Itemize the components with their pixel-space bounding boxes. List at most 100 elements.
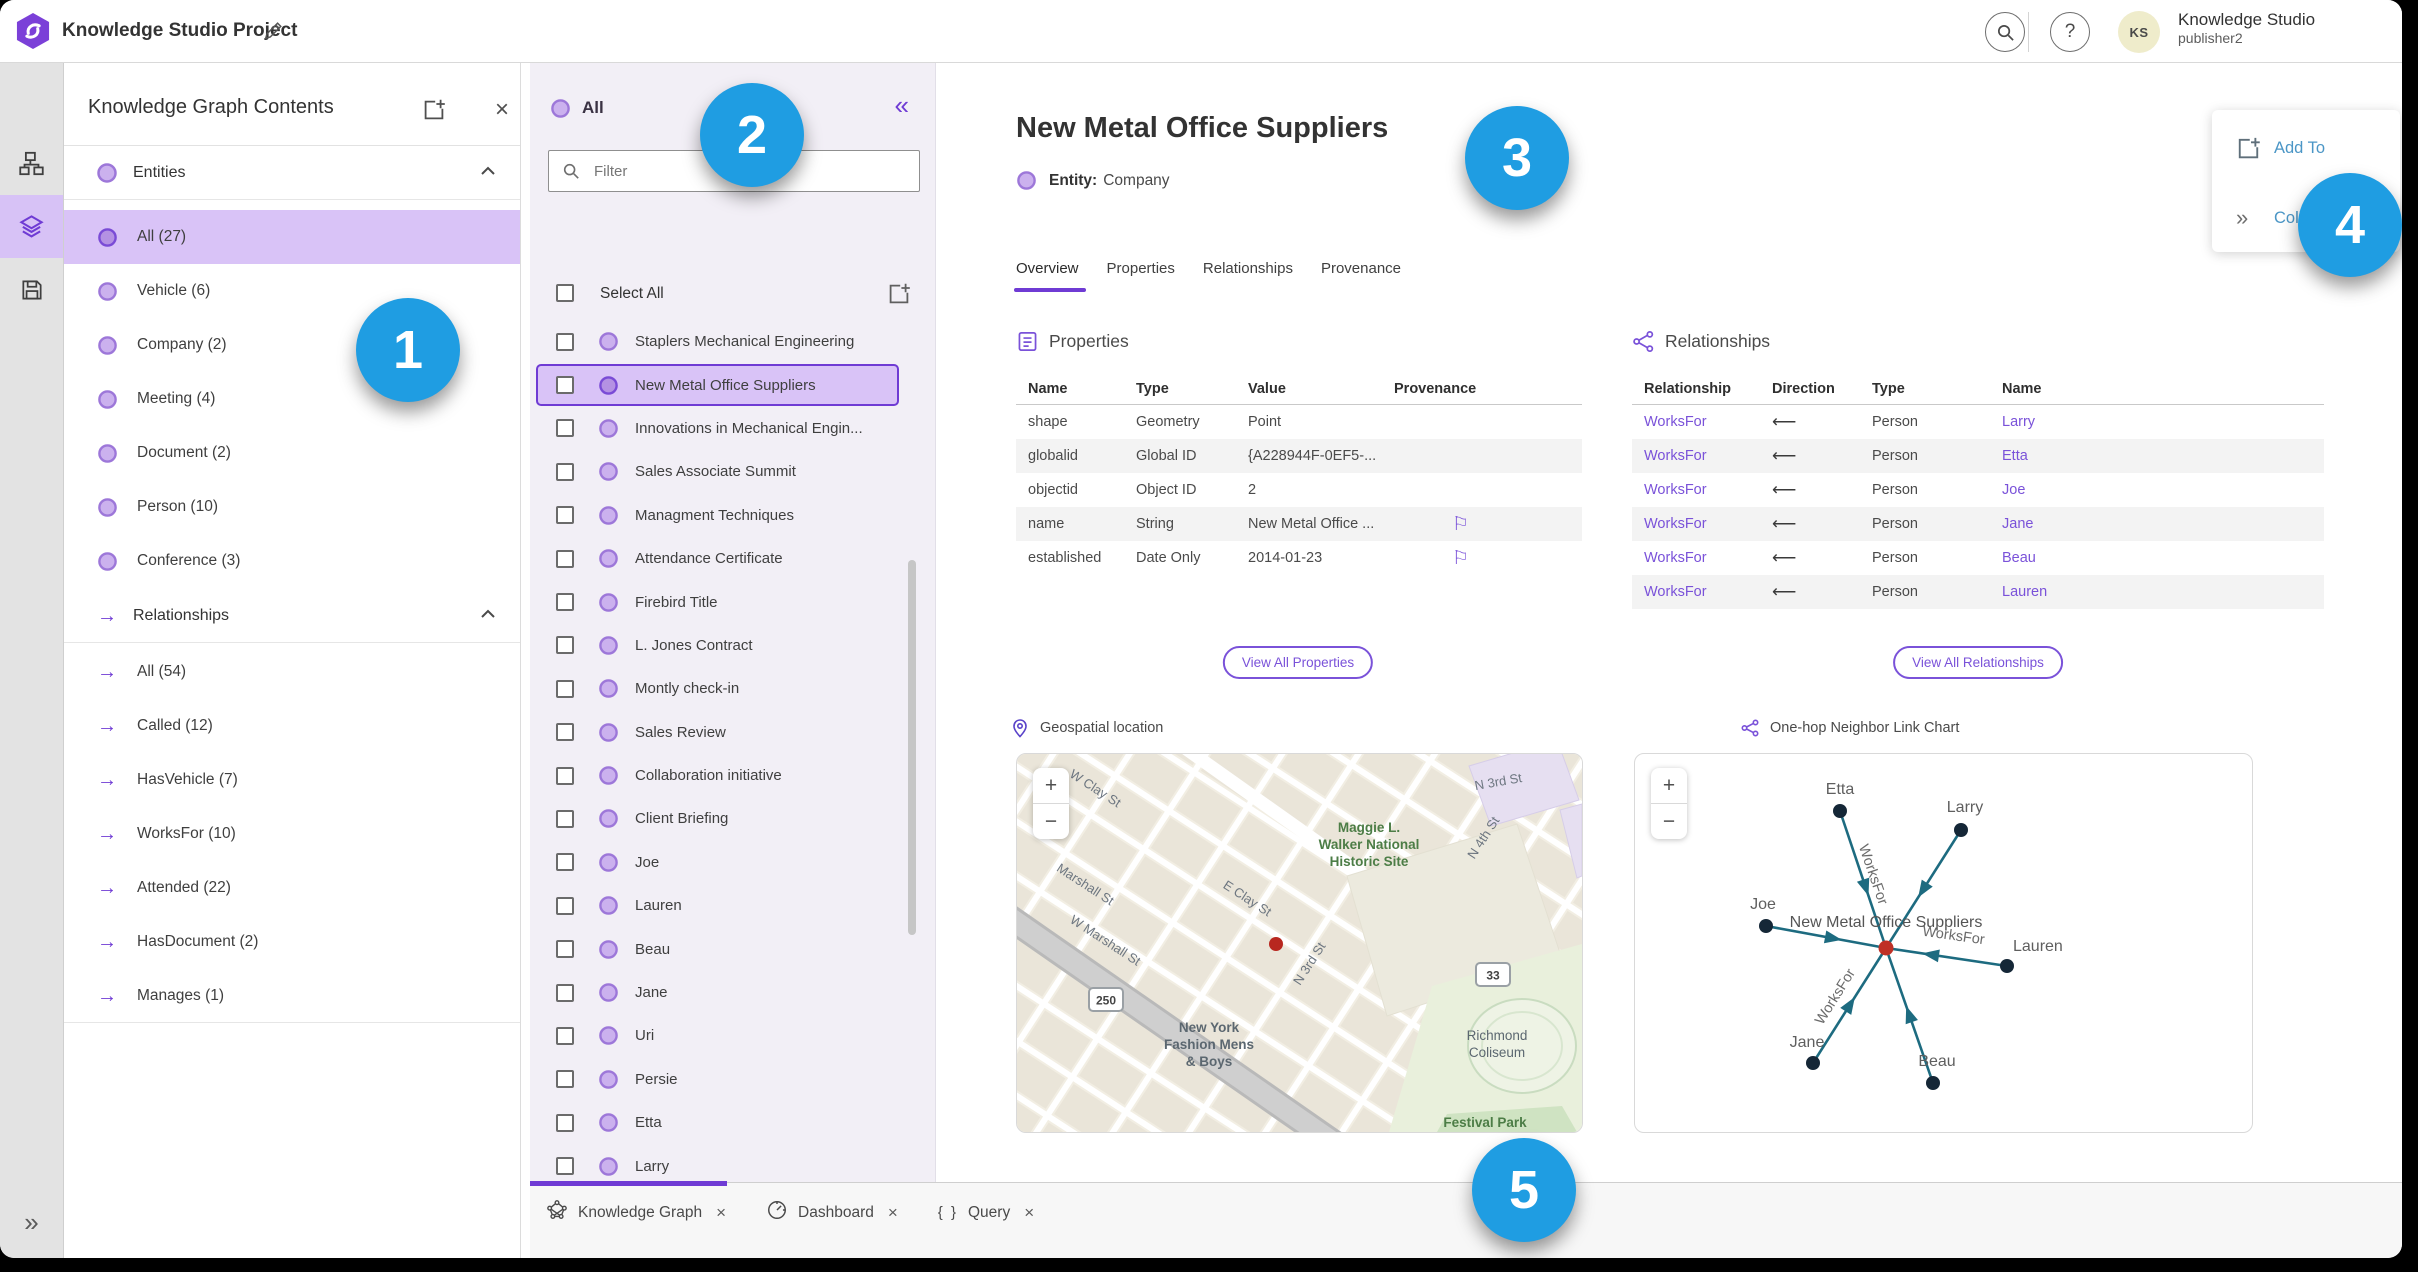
instance-checkbox[interactable] — [556, 809, 574, 828]
person-node[interactable] — [1954, 823, 1968, 837]
view-all-relationships-button[interactable]: View All Relationships — [1893, 646, 2063, 679]
entity-instance-row[interactable]: Sales Review — [530, 711, 935, 754]
close-tab-icon[interactable]: × — [716, 1203, 726, 1223]
rail-item-hierarchy[interactable] — [0, 132, 63, 195]
table-row[interactable]: name String New Metal Office ... ⚐ — [1016, 507, 1582, 541]
instance-checkbox[interactable] — [556, 462, 574, 481]
table-row[interactable]: established Date Only 2014-01-23 ⚐ — [1016, 541, 1582, 575]
view-tab-knowledge-graph[interactable]: Knowledge Graph × — [546, 1199, 726, 1226]
relationship-link[interactable]: WorksFor — [1632, 584, 1760, 600]
table-row[interactable]: shape Geometry Point — [1016, 405, 1582, 439]
person-node[interactable] — [1926, 1076, 1940, 1090]
instance-checkbox[interactable] — [556, 332, 574, 351]
table-row[interactable]: WorksFor ⟵ Person Etta — [1632, 439, 2324, 473]
entity-instance-row[interactable]: Client Briefing — [530, 797, 935, 840]
person-node[interactable] — [1759, 919, 1773, 933]
provenance-flag-icon[interactable]: ⚐ — [1382, 513, 1582, 536]
tab-properties[interactable]: Properties — [1107, 260, 1175, 291]
entity-type-row[interactable]: Meeting (4) — [64, 372, 520, 426]
entity-instance-row[interactable]: Beau — [530, 927, 935, 970]
entity-instance-row[interactable]: L. Jones Contract — [530, 624, 935, 667]
relationship-link[interactable]: WorksFor — [1632, 448, 1760, 464]
instance-checkbox[interactable] — [556, 1070, 574, 1089]
help-button[interactable]: ? — [2050, 12, 2090, 52]
instance-checkbox[interactable] — [556, 766, 574, 785]
link-chart-card[interactable]: WorksFor WorksFor WorksFor Etta Larry Joe Laur… — [1634, 753, 2253, 1133]
relationship-type-row[interactable]: → Attended (22) — [64, 861, 520, 915]
table-row[interactable]: WorksFor ⟵ Person Joe — [1632, 473, 2324, 507]
relationship-type-row[interactable]: → HasVehicle (7) — [64, 753, 520, 807]
entities-section-header[interactable]: Entities — [64, 147, 520, 200]
instance-checkbox[interactable] — [556, 636, 574, 655]
link-chart-canvas[interactable]: WorksForWorksForWorksForEttaLarryJoeLaur… — [1635, 754, 2252, 1132]
instance-checkbox[interactable] — [556, 896, 574, 915]
provenance-flag-icon[interactable]: ⚐ — [1382, 547, 1582, 570]
tab-relationships[interactable]: Relationships — [1203, 260, 1293, 291]
instance-checkbox[interactable] — [556, 549, 574, 568]
person-node[interactable] — [1833, 804, 1847, 818]
add-to-button[interactable]: Add To — [2212, 126, 2400, 170]
person-node[interactable] — [1806, 1056, 1820, 1070]
entity-instance-row[interactable]: Managment Techniques — [530, 494, 935, 537]
relationship-link[interactable]: WorksFor — [1632, 414, 1760, 430]
rail-item-save[interactable] — [0, 258, 63, 321]
table-row[interactable]: WorksFor ⟵ Person Larry — [1632, 405, 2324, 439]
table-row[interactable]: globalid Global ID {A228944F-0EF5-... — [1016, 439, 1582, 473]
instance-checkbox[interactable] — [556, 723, 574, 742]
entity-instance-row[interactable]: Firebird Title — [530, 580, 935, 623]
view-all-properties-button[interactable]: View All Properties — [1222, 646, 1374, 679]
map-canvas[interactable]: 25033k RdW Clay StMarshall StW Marshall … — [1017, 754, 1582, 1132]
rail-item-layers[interactable] — [0, 195, 63, 258]
related-name-link[interactable]: Joe — [1990, 482, 2324, 498]
entity-instance-row[interactable]: Uri — [530, 1014, 935, 1057]
related-name-link[interactable]: Beau — [1990, 550, 2324, 566]
zoom-in-button[interactable]: + — [1651, 768, 1687, 804]
instance-checkbox[interactable] — [556, 1113, 574, 1132]
entity-instance-row[interactable]: Staplers Mechanical Engineering — [530, 320, 935, 363]
tab-overview[interactable]: Overview — [1016, 260, 1079, 291]
view-tab-dashboard[interactable]: Dashboard × — [766, 1199, 898, 1226]
instance-checkbox[interactable] — [556, 983, 574, 1002]
instance-checkbox[interactable] — [556, 419, 574, 438]
instance-checkbox[interactable] — [556, 1157, 574, 1176]
entity-instance-row[interactable]: Collaboration initiative — [530, 754, 935, 797]
relationship-type-row[interactable]: → WorksFor (10) — [64, 807, 520, 861]
table-row[interactable]: WorksFor ⟵ Person Beau — [1632, 541, 2324, 575]
add-to-map-button[interactable] — [420, 96, 448, 124]
zoom-out-button[interactable]: − — [1033, 804, 1069, 839]
table-row[interactable]: objectid Object ID 2 — [1016, 473, 1582, 507]
search-button[interactable] — [1985, 12, 2025, 52]
close-panel-button[interactable]: × — [488, 96, 516, 124]
center-entity-node[interactable] — [1878, 940, 1894, 956]
instance-checkbox[interactable] — [556, 1026, 574, 1045]
entity-instance-row[interactable]: Persie — [530, 1058, 935, 1101]
zoom-out-button[interactable]: − — [1651, 804, 1687, 839]
geospatial-map-card[interactable]: 25033k RdW Clay StMarshall StW Marshall … — [1016, 753, 1583, 1133]
instance-checkbox[interactable] — [556, 679, 574, 698]
entity-type-row[interactable]: Vehicle (6) — [64, 264, 520, 318]
relationship-type-row[interactable]: → Called (12) — [64, 699, 520, 753]
entity-type-row[interactable]: Document (2) — [64, 426, 520, 480]
relationship-type-row[interactable]: → Manages (1) — [64, 969, 520, 1023]
instance-checkbox[interactable] — [556, 853, 574, 872]
instance-checkbox[interactable] — [556, 506, 574, 525]
entity-type-row[interactable]: All (27) — [64, 210, 520, 264]
scrollbar-thumb[interactable] — [908, 560, 916, 935]
entity-instance-row[interactable]: Jane — [530, 971, 935, 1014]
close-tab-icon[interactable]: × — [888, 1203, 898, 1223]
relationships-section-header[interactable]: → Relationships — [64, 590, 520, 643]
related-name-link[interactable]: Etta — [1990, 448, 2324, 464]
table-row[interactable]: WorksFor ⟵ Person Jane — [1632, 507, 2324, 541]
select-all-checkbox[interactable] — [556, 284, 574, 302]
edit-title-icon[interactable] — [262, 20, 284, 42]
entity-instance-row[interactable]: New Metal Office Suppliers — [530, 363, 935, 407]
entity-instance-row[interactable]: Attendance Certificate — [530, 537, 935, 580]
entity-type-row[interactable]: Conference (3) — [64, 534, 520, 588]
close-tab-icon[interactable]: × — [1024, 1203, 1034, 1223]
entity-instance-row[interactable]: Innovations in Mechanical Engin... — [530, 407, 935, 450]
relationship-link[interactable]: WorksFor — [1632, 482, 1760, 498]
entity-instance-row[interactable]: Etta — [530, 1101, 935, 1144]
zoom-in-button[interactable]: + — [1033, 768, 1069, 804]
related-name-link[interactable]: Lauren — [1990, 584, 2324, 600]
related-name-link[interactable]: Jane — [1990, 516, 2324, 532]
